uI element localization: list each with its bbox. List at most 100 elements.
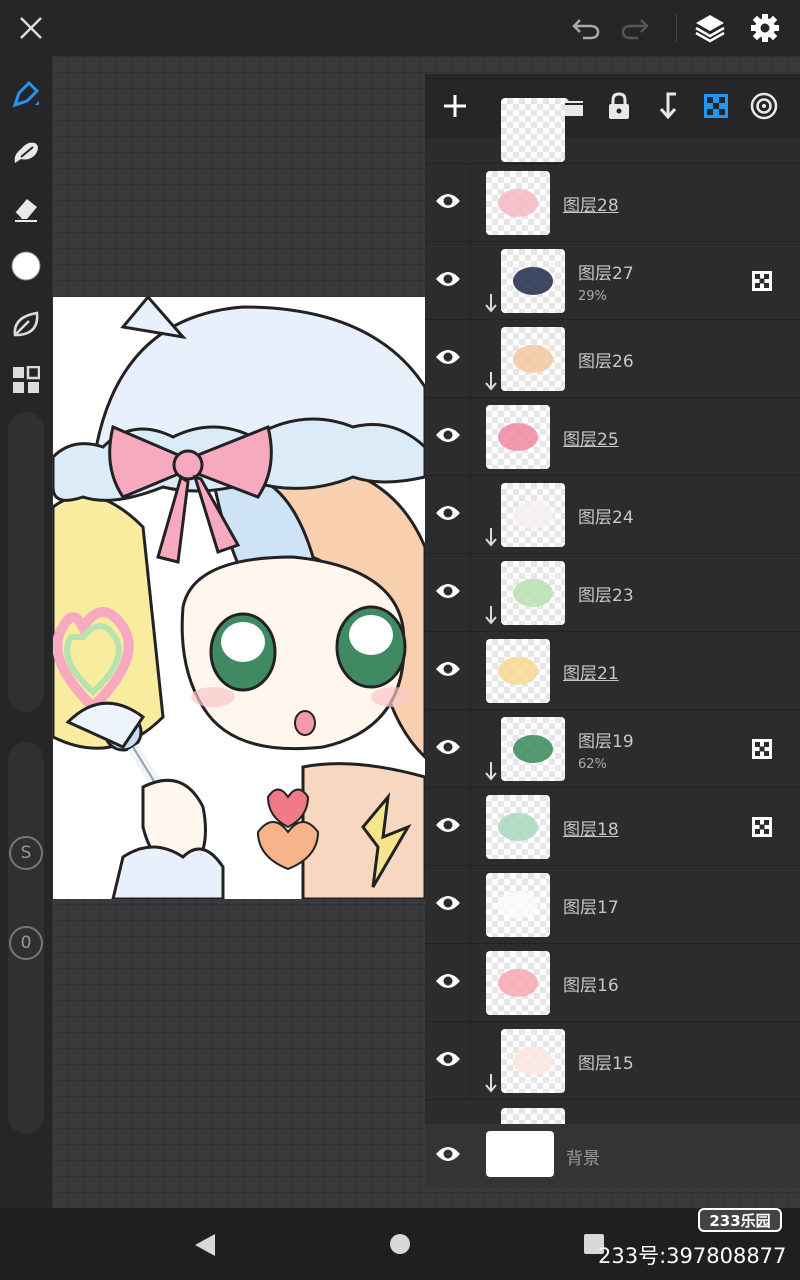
visibility-toggle[interactable] — [425, 866, 471, 944]
watermark-id: 233号:397808877 — [598, 1244, 787, 1268]
layer-name: 图层16 — [563, 976, 619, 996]
eye-icon — [435, 893, 461, 917]
eye-icon — [435, 503, 461, 527]
visibility-toggle[interactable] — [425, 476, 471, 554]
layer-thumbnail — [501, 327, 565, 391]
layer-thumbnail — [501, 98, 565, 162]
layer-name: 图层23 — [578, 586, 634, 606]
layer-row[interactable]: 图层23 — [425, 554, 800, 632]
eye-icon — [435, 269, 461, 293]
layer-row[interactable]: 图层18 — [425, 788, 800, 866]
visibility-toggle[interactable] — [425, 242, 471, 320]
layers-panel-header — [425, 74, 800, 138]
layer-thumbnail — [486, 171, 550, 235]
layer-thumbnail — [501, 483, 565, 547]
visibility-toggle[interactable] — [425, 710, 471, 788]
layer-name: 图层25 — [563, 430, 619, 450]
visibility-toggle[interactable] — [425, 1022, 471, 1100]
alpha-lock-icon[interactable] — [698, 88, 734, 124]
color-swatch[interactable] — [8, 248, 44, 284]
toolbar-separator — [676, 14, 677, 42]
lock-icon[interactable] — [601, 88, 637, 124]
layer-row[interactable]: 图层28 — [425, 164, 800, 242]
layer-thumbnail — [501, 1029, 565, 1093]
undo-icon[interactable] — [568, 10, 604, 46]
layer-name: 图层15 — [578, 1054, 634, 1074]
eraser-icon[interactable] — [8, 190, 44, 226]
grid-icon[interactable] — [8, 362, 44, 398]
layer-name: 背景 — [566, 1149, 600, 1169]
layer-name: 图层27 — [578, 264, 634, 284]
alpha-lock-indicator-icon[interactable] — [751, 738, 773, 760]
layer-row[interactable]: 图层15 — [425, 1022, 800, 1100]
close-icon[interactable] — [13, 10, 49, 46]
clipping-arrow-icon — [485, 372, 499, 396]
layer-name: 图层21 — [563, 664, 619, 684]
clipping-arrow-icon — [485, 762, 499, 786]
back-icon[interactable] — [193, 1232, 217, 1262]
artwork-canvas[interactable] — [53, 297, 425, 899]
layer-thumbnail — [486, 795, 550, 859]
layer-thumbnail — [486, 639, 550, 703]
clipping-arrow-icon — [485, 1074, 499, 1098]
smudge-icon[interactable] — [8, 134, 44, 170]
layer-opacity: 62% — [578, 757, 607, 772]
layer-row[interactable]: 图层25 — [425, 398, 800, 476]
visibility-toggle[interactable] — [425, 788, 471, 866]
visibility-toggle[interactable] — [425, 398, 471, 476]
layer-thumbnail — [501, 249, 565, 313]
watermark-logo: 233乐园 — [698, 1208, 782, 1232]
alpha-lock-indicator-icon[interactable] — [751, 816, 773, 838]
visibility-toggle[interactable] — [425, 632, 471, 710]
clipping-arrow-icon — [485, 294, 499, 318]
layer-thumbnail — [486, 1131, 554, 1177]
target-icon[interactable] — [746, 88, 782, 124]
visibility-toggle[interactable] — [425, 164, 471, 242]
layer-thumbnail — [486, 951, 550, 1015]
layer-row[interactable]: 图层17 — [425, 866, 800, 944]
clipping-arrow-icon — [485, 606, 499, 630]
eye-icon — [435, 425, 461, 449]
layers-icon[interactable] — [692, 10, 728, 46]
layer-thumbnail — [501, 717, 565, 781]
layer-name: 图层28 — [563, 196, 619, 216]
leaf-icon[interactable] — [8, 306, 44, 342]
eye-icon — [435, 971, 461, 995]
layer-row[interactable]: 图层24 — [425, 476, 800, 554]
layers-panel: 图层28 图层27 29% 图层26 图层25 图层24 图层23 图层21 图层19 62% 图层… — [425, 74, 800, 1188]
eye-icon — [435, 737, 461, 761]
layer-row[interactable]: 图层27 29% — [425, 242, 800, 320]
redo-icon[interactable] — [617, 10, 653, 46]
artwork-illustration — [53, 297, 425, 899]
layer-row[interactable]: 图层19 62% — [425, 710, 800, 788]
alpha-lock-indicator-icon[interactable] — [751, 270, 773, 292]
home-icon[interactable] — [389, 1233, 411, 1259]
gear-icon[interactable] — [747, 10, 783, 46]
eye-icon — [435, 1049, 461, 1073]
eye-icon — [435, 659, 461, 683]
layer-name: 图层18 — [563, 820, 619, 840]
pen-icon[interactable] — [8, 76, 44, 112]
visibility-toggle[interactable] — [425, 554, 471, 632]
layer-thumbnail — [501, 561, 565, 625]
layer-thumbnail — [486, 405, 550, 469]
eye-icon — [435, 581, 461, 605]
visibility-toggle[interactable] — [425, 320, 471, 398]
layer-row[interactable]: 图层21 — [425, 632, 800, 710]
layer-name: 图层26 — [578, 352, 634, 372]
merge-down-icon[interactable] — [650, 88, 686, 124]
layer-row-background[interactable]: 背景 — [425, 1124, 800, 1188]
eye-icon — [435, 815, 461, 839]
layer-row[interactable]: 图层16 — [425, 944, 800, 1022]
eye-icon[interactable] — [435, 1144, 461, 1168]
layer-opacity: 29% — [578, 289, 607, 304]
brush-size-slider[interactable] — [8, 412, 44, 712]
visibility-toggle[interactable] — [425, 944, 471, 1022]
layer-name: 图层24 — [578, 508, 634, 528]
clipping-arrow-icon — [485, 528, 499, 552]
layer-thumbnail — [486, 873, 550, 937]
layer-name: 图层17 — [563, 898, 619, 918]
layer-row-partial — [425, 1100, 800, 1172]
add-icon[interactable] — [437, 88, 473, 124]
layer-row[interactable]: 图层26 — [425, 320, 800, 398]
